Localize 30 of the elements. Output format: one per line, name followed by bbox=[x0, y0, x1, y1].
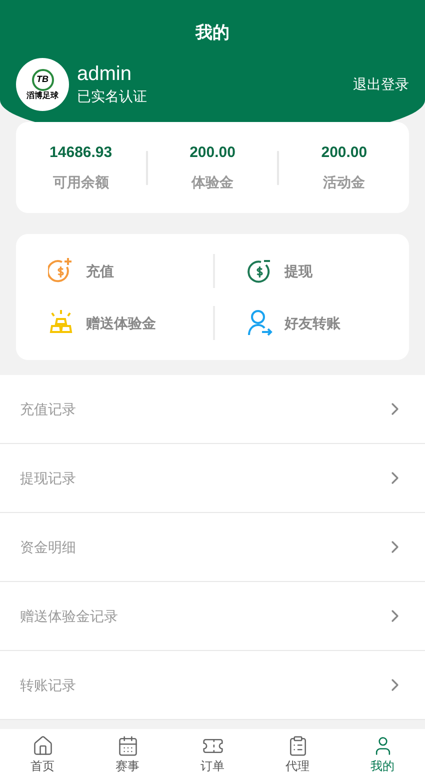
balance-label: 可用余额 bbox=[52, 173, 109, 192]
action-button[interactable]: 充值 bbox=[48, 257, 114, 285]
tab-item[interactable]: 代理 bbox=[255, 729, 340, 781]
balance-amount: 14686.93 bbox=[50, 142, 112, 163]
tab-item[interactable]: 我的 bbox=[340, 729, 425, 781]
balance-amount: 200.00 bbox=[321, 142, 368, 163]
record-row[interactable]: 赠送体验金记录 bbox=[0, 582, 425, 651]
home-icon bbox=[32, 735, 54, 757]
record-row[interactable]: 资金明细 bbox=[0, 513, 425, 582]
verification-status: 已实名认证 bbox=[77, 87, 147, 106]
action-button[interactable]: 赠送体验金 bbox=[48, 309, 156, 337]
record-row[interactable]: 转账记录 bbox=[0, 651, 425, 720]
calendar-icon bbox=[116, 735, 138, 757]
page-title: 我的 bbox=[196, 22, 230, 44]
dollar-plus-icon bbox=[48, 257, 74, 285]
user-arrow-icon bbox=[246, 309, 272, 337]
tab-item[interactable]: 首页 bbox=[0, 729, 85, 781]
action-button[interactable]: 提现 bbox=[246, 257, 312, 285]
avatar-logo: TB 滔博足球 bbox=[16, 58, 69, 110]
tab-item[interactable]: 赛事 bbox=[85, 729, 170, 781]
record-row[interactable]: 充值记录 bbox=[0, 375, 425, 444]
balance-label: 体验金 bbox=[192, 173, 234, 192]
balance-label: 活动金 bbox=[323, 173, 366, 192]
action-button[interactable]: 好友转账 bbox=[246, 309, 340, 337]
dollar-minus-icon bbox=[246, 257, 272, 285]
record-row[interactable]: 提现记录 bbox=[0, 444, 425, 513]
balance-amount: 200.00 bbox=[190, 142, 236, 163]
logout-button[interactable]: 退出登录 bbox=[353, 74, 409, 94]
tab-item[interactable]: 订单 bbox=[170, 729, 255, 781]
username: admin bbox=[77, 62, 132, 86]
